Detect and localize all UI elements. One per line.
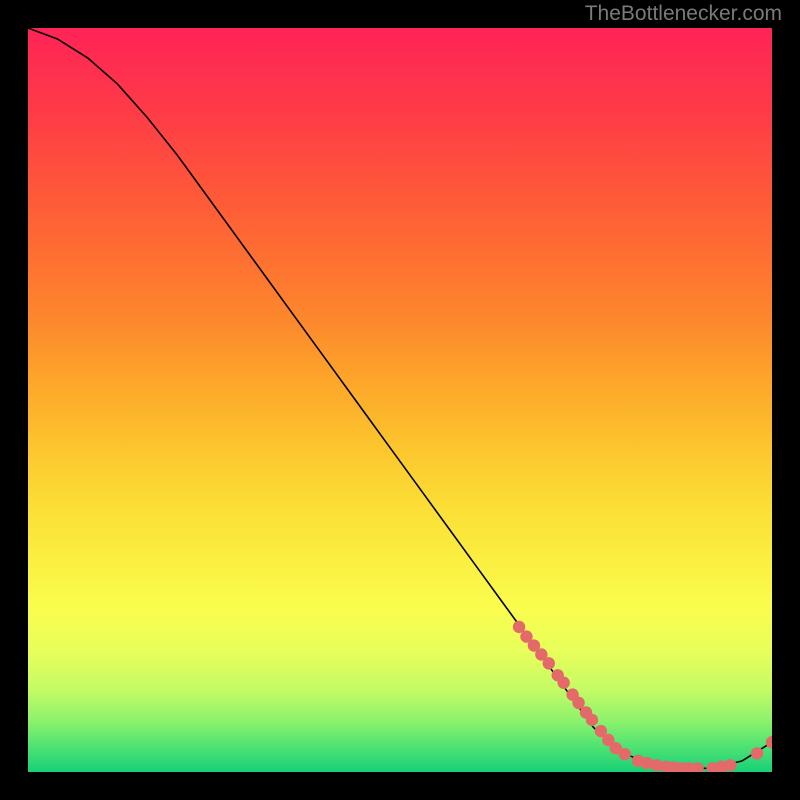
chart-plot-area bbox=[28, 28, 772, 772]
data-point bbox=[586, 714, 598, 726]
attribution: TheBottlenecker.com bbox=[585, 2, 782, 26]
data-point bbox=[751, 747, 763, 759]
chart-svg bbox=[28, 28, 772, 772]
data-point bbox=[724, 759, 736, 771]
data-point bbox=[618, 748, 630, 760]
chart-background bbox=[28, 28, 772, 772]
data-point bbox=[557, 677, 569, 689]
data-point bbox=[543, 657, 555, 669]
